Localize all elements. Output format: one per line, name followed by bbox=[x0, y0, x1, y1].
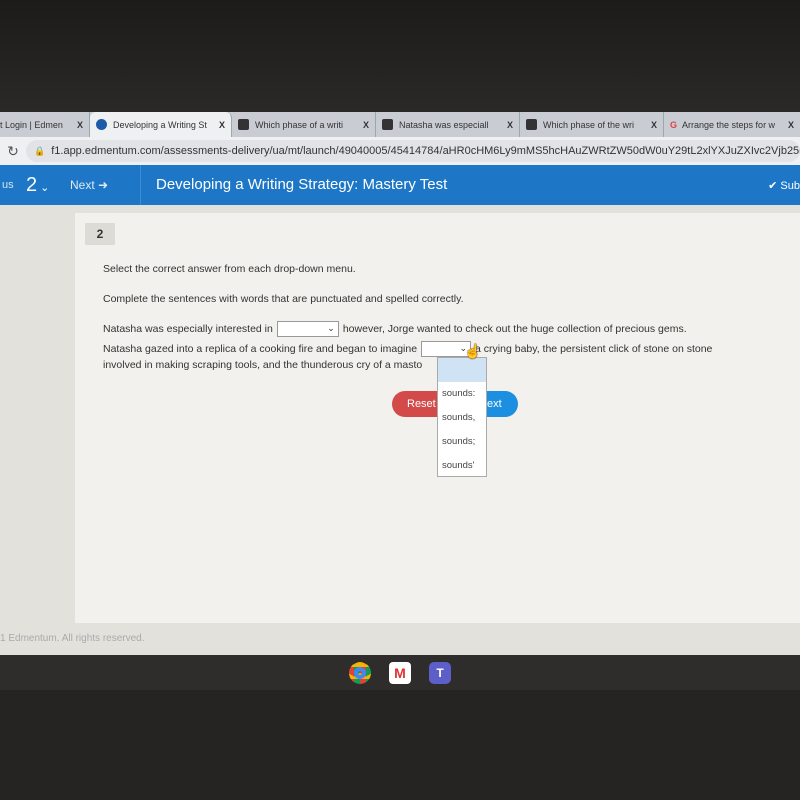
reload-icon[interactable]: ↻ bbox=[0, 143, 26, 160]
next-label: ext bbox=[487, 398, 502, 410]
question-number: 2 bbox=[26, 173, 38, 196]
sentence-text: however, Jorge wanted to check out the h… bbox=[342, 322, 687, 335]
brainly-icon bbox=[382, 119, 393, 130]
tab-arrange-steps[interactable]: G Arrange the steps for w X bbox=[664, 112, 800, 137]
tab-title: Arrange the steps for w bbox=[682, 119, 776, 130]
close-icon[interactable]: X bbox=[213, 120, 225, 130]
tab-title: Natasha was especiall bbox=[399, 119, 489, 130]
sentence-text: Natasha gazed into a replica of a cookin… bbox=[103, 342, 418, 355]
next-label: Next bbox=[70, 178, 95, 192]
question-number-badge: 2 bbox=[85, 223, 115, 245]
answer-dropdown-1[interactable]: ⌄ bbox=[276, 321, 339, 337]
browser-tab-bar: t Login | Edmen X Developing a Writing St… bbox=[0, 112, 800, 137]
lock-icon: 🔒 bbox=[34, 145, 46, 156]
gmail-icon[interactable]: M bbox=[389, 661, 411, 684]
tab-title: Developing a Writing St bbox=[113, 119, 207, 130]
taskbar: M T bbox=[0, 655, 800, 690]
tab-title: t Login | Edmen bbox=[0, 119, 63, 130]
teams-icon[interactable]: T bbox=[429, 661, 451, 684]
tab-title: Which phase of the wri bbox=[543, 119, 635, 130]
next-button[interactable]: Next ➜ bbox=[70, 178, 140, 192]
tab-which-phase[interactable]: Which phase of a writi X bbox=[232, 112, 376, 137]
copyright-footer: 1 Edmentum. All rights reserved. bbox=[0, 633, 145, 644]
reset-label: Reset bbox=[407, 398, 436, 410]
close-icon[interactable]: X bbox=[501, 120, 513, 130]
edmentum-icon bbox=[96, 119, 107, 130]
status-cut: us bbox=[2, 179, 14, 191]
sentence-text: involved in making scraping tools, and t… bbox=[103, 359, 423, 371]
tab-title: Which phase of a writi bbox=[255, 119, 344, 130]
brainly-icon bbox=[238, 119, 249, 130]
question-selector[interactable]: 2 ⌄ bbox=[26, 174, 70, 197]
close-icon[interactable]: X bbox=[71, 120, 83, 130]
instruction-text: Complete the sentences with words that a… bbox=[103, 293, 464, 305]
brainly-icon bbox=[526, 119, 537, 130]
chrome-icon[interactable] bbox=[349, 661, 371, 684]
chevron-down-icon: ⌄ bbox=[327, 323, 335, 333]
screen-bezel bbox=[0, 0, 800, 112]
dropdown-option[interactable]: sounds; bbox=[438, 430, 486, 454]
close-icon[interactable]: X bbox=[645, 120, 657, 130]
close-icon[interactable]: X bbox=[357, 120, 369, 130]
arrow-right-circle-icon: ➜ bbox=[98, 178, 109, 192]
dropdown-options-list[interactable]: sounds: sounds, sounds; sounds' bbox=[437, 357, 487, 477]
page-title: Developing a Writing Strategy: Mastery T… bbox=[140, 165, 447, 205]
tab-login[interactable]: t Login | Edmen X bbox=[0, 112, 90, 137]
content-area: 2 Select the correct answer from each dr… bbox=[0, 205, 800, 655]
submit-button[interactable]: ✔ Sub bbox=[768, 179, 800, 192]
dropdown-option[interactable]: sounds, bbox=[438, 406, 486, 430]
tab-which-phase-2[interactable]: Which phase of the wri X bbox=[520, 112, 664, 137]
sentence-line-1: Natasha was especially interested in ⌄ how… bbox=[103, 321, 687, 337]
sentence-text: Natasha was especially interested in bbox=[103, 322, 273, 335]
dropdown-option-blank[interactable] bbox=[438, 358, 486, 382]
test-header: us 2 ⌄ Next ➜ Developing a Writing Strate… bbox=[0, 165, 800, 205]
submit-label: Sub bbox=[780, 179, 800, 192]
url-text: f1.app.edmentum.com/assessments-delivery… bbox=[51, 145, 800, 157]
dropdown-option[interactable]: sounds: bbox=[438, 382, 486, 406]
check-circle-icon: ✔ bbox=[768, 179, 778, 192]
tab-developing-writing[interactable]: Developing a Writing St X bbox=[90, 112, 232, 137]
hand-cursor-icon: ☝ bbox=[464, 343, 482, 359]
tab-natasha[interactable]: Natasha was especiall X bbox=[376, 112, 520, 137]
address-bar: ↻ 🔒 f1.app.edmentum.com/assessments-deliv… bbox=[0, 137, 800, 165]
google-icon: G bbox=[670, 119, 678, 130]
url-field[interactable]: 🔒 f1.app.edmentum.com/assessments-deliver… bbox=[26, 140, 800, 162]
instruction-text: Select the correct answer from each drop… bbox=[103, 263, 356, 275]
close-icon[interactable]: X bbox=[782, 120, 794, 130]
dropdown-option[interactable]: sounds' bbox=[438, 454, 486, 478]
sentence-line-2: Natasha gazed into a replica of a cookin… bbox=[103, 341, 712, 357]
sentence-text: a crying baby, the persistent click of s… bbox=[475, 342, 713, 355]
chevron-down-icon: ⌄ bbox=[40, 181, 50, 194]
